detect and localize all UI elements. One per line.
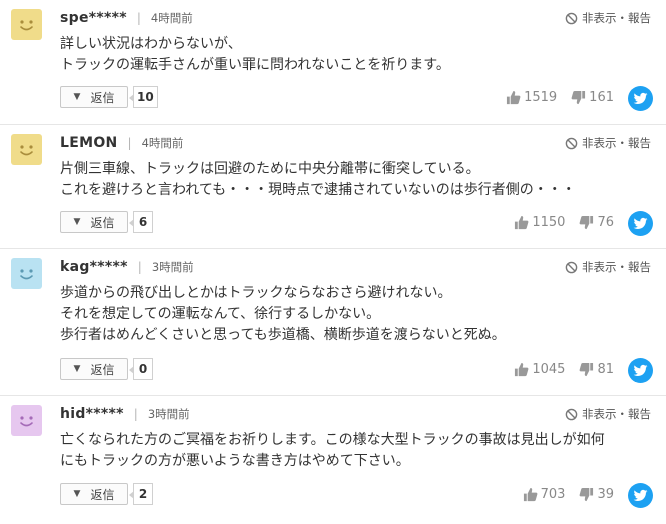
comment-item: LEMON | 4時間前 非表示・報告 片側三車線、トラックは回避のために中央分… [0,125,666,249]
reply-count[interactable]: 10 [129,86,158,108]
reply-button[interactable]: ▼ 返信 [60,86,128,108]
twitter-icon [633,489,648,501]
separator: | [137,260,142,274]
caret-down-icon: ▼ [73,92,81,102]
reply-label: 返信 [90,362,115,377]
thumbs-down-icon [580,362,594,377]
like-button[interactable]: 703 [523,487,566,502]
like-button[interactable]: 1150 [514,215,565,230]
comment-item: hid***** | 3時間前 非表示・報告 亡くなられた方のご冥福をお祈りしま… [0,396,666,524]
twitter-icon [633,364,648,376]
report-label: 非表示・報告 [582,407,651,421]
ban-icon [565,12,578,24]
avatar[interactable] [11,405,42,436]
smiley-icon [20,269,33,280]
reply-count[interactable]: 2 [129,483,153,505]
caret-down-icon: ▼ [73,489,81,499]
caret-down-icon: ▼ [73,364,81,374]
dislike-count: 76 [597,215,614,230]
dislike-count: 81 [597,362,614,377]
hide-report-link[interactable]: 非表示・報告 [565,135,651,151]
smiley-icon [20,20,33,31]
like-count: 1150 [532,215,566,230]
comment-text: 片側三車線、トラックは回避のために中央分離帯に衝突している。 これを避けろと言わ… [60,161,576,198]
dislike-button[interactable]: 76 [579,215,614,230]
ban-icon [565,137,578,149]
dislike-button[interactable]: 39 [579,487,614,502]
reply-count[interactable]: 0 [129,358,153,380]
report-label: 非表示・報告 [582,136,651,150]
thumbs-up-icon [523,487,538,502]
reply-label: 返信 [90,215,115,230]
username[interactable]: hid***** [60,406,124,422]
thumbs-down-icon [580,487,594,502]
username[interactable]: spe***** [60,10,127,26]
dislike-count: 161 [589,90,614,105]
separator: | [136,11,141,25]
twitter-share-button[interactable] [628,483,653,508]
thumbs-up-icon [507,90,521,105]
like-button[interactable]: 1045 [514,362,565,377]
ban-icon [565,408,578,420]
comment-item: spe***** | 4時間前 非表示・報告 詳しい状況はわからないが、 トラッ… [0,0,666,125]
avatar[interactable] [11,9,42,40]
thumbs-down-icon [571,90,586,105]
ban-icon [565,261,578,273]
twitter-share-button[interactable] [628,211,653,236]
dislike-count: 39 [597,487,614,502]
reply-button[interactable]: ▼ 返信 [60,483,128,505]
hide-report-link[interactable]: 非表示・報告 [565,259,651,275]
report-label: 非表示・報告 [582,11,651,25]
comment-item: kag***** | 3時間前 非表示・報告 歩道からの飛び出しとかはトラックな… [0,249,666,396]
comment-text: 詳しい状況はわからないが、 トラックの運転手さんが重い罪に問われないことを祈りま… [60,36,450,73]
reply-button[interactable]: ▼ 返信 [60,211,128,233]
timestamp: 3時間前 [151,260,194,274]
comment-text: 歩道からの飛び出しとかはトラックならなおさら避けれない。 それを想定しての運転な… [60,285,506,343]
reply-count[interactable]: 6 [129,211,153,233]
like-count: 1519 [524,90,558,105]
thumbs-up-icon [515,215,529,230]
timestamp: 4時間前 [141,136,184,150]
reply-button[interactable]: ▼ 返信 [60,358,128,380]
reply-label: 返信 [90,90,115,105]
thumbs-down-icon [580,215,594,230]
hide-report-link[interactable]: 非表示・報告 [565,406,651,422]
username[interactable]: kag***** [60,259,128,275]
twitter-icon [633,92,648,104]
separator: | [127,136,132,150]
like-count: 1045 [532,362,566,377]
avatar[interactable] [11,134,42,165]
report-label: 非表示・報告 [582,260,651,274]
separator: | [133,407,138,421]
timestamp: 3時間前 [147,407,190,421]
like-count: 703 [540,487,566,502]
username[interactable]: LEMON [60,135,118,151]
hide-report-link[interactable]: 非表示・報告 [565,10,651,26]
reply-label: 返信 [90,487,115,502]
dislike-button[interactable]: 161 [571,90,614,105]
twitter-icon [633,217,648,229]
caret-down-icon: ▼ [73,217,81,227]
smiley-icon [20,145,33,156]
dislike-button[interactable]: 81 [579,362,614,377]
comment-text: 亡くなられた方のご冥福をお祈りします。この様な大型トラックの事故は見出しが如何 … [60,432,605,469]
timestamp: 4時間前 [150,11,193,25]
twitter-share-button[interactable] [628,358,653,383]
smiley-icon [20,416,33,427]
like-button[interactable]: 1519 [506,90,557,105]
twitter-share-button[interactable] [628,86,653,111]
avatar[interactable] [11,258,42,289]
thumbs-up-icon [515,362,529,377]
